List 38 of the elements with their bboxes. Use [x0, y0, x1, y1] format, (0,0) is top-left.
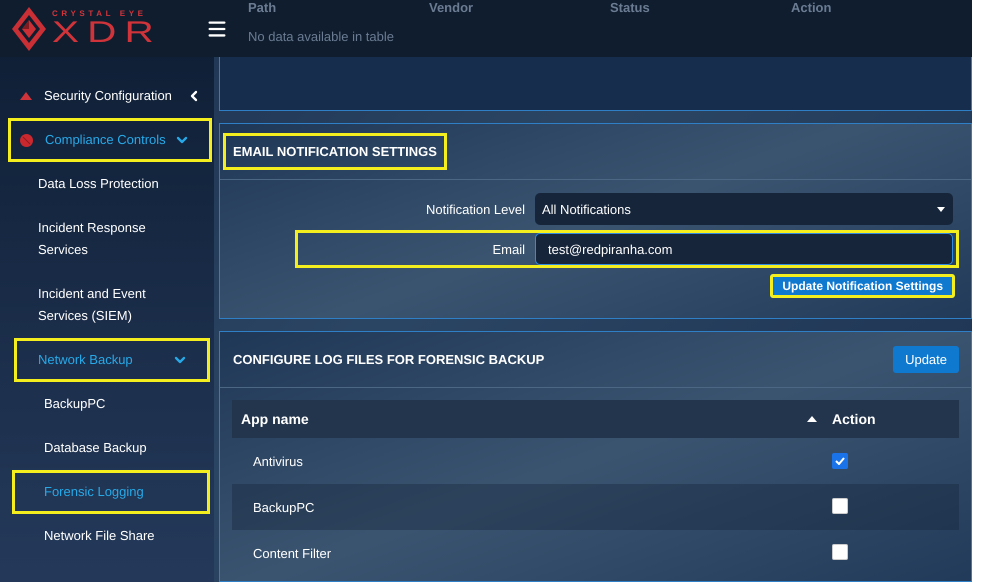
- sidebar-item[interactable]: Incident Response Services: [38, 217, 166, 261]
- update-button[interactable]: Update: [893, 346, 959, 373]
- field-label: Notification Level: [425, 202, 525, 216]
- column-header: Vendor: [429, 0, 474, 15]
- panel-title: EMAIL NOTIFICATION SETTINGS: [223, 133, 447, 170]
- sidebar-item[interactable]: Security Configuration: [44, 85, 172, 107]
- sidebar-item[interactable]: Forensic Logging: [44, 481, 144, 503]
- empty-table-text: No data available in table: [248, 29, 395, 44]
- column-header[interactable]: Action: [817, 400, 959, 438]
- column-header: Action: [791, 0, 832, 15]
- sidebar-item[interactable]: Data Loss Protection: [38, 173, 159, 195]
- table-cell: BackupPC: [232, 484, 817, 530]
- column-header: Path: [248, 0, 278, 15]
- field-label: Email: [491, 242, 525, 256]
- table-cell: Content Filter: [232, 530, 817, 576]
- checkbox[interactable]: [832, 453, 848, 469]
- sort-icon[interactable]: [807, 416, 817, 422]
- update-button[interactable]: Update Notification Settings: [770, 274, 955, 298]
- sidebar-item[interactable]: Incident and Event Services (SIEM): [38, 283, 166, 327]
- panel-title: CONFIGURE LOG FILES FOR FORENSIC BACKUP: [232, 351, 546, 369]
- table-cell: Antivirus: [232, 438, 817, 484]
- sidebar-item[interactable]: Network Backup: [38, 349, 133, 371]
- caret-icon: [937, 206, 945, 212]
- column-header[interactable]: App name: [232, 400, 805, 438]
- sidebar-item[interactable]: Network File Share: [44, 525, 155, 547]
- column-header: Status: [610, 0, 651, 15]
- triangle-icon: [20, 92, 32, 100]
- logo-text: XDR: [52, 18, 163, 48]
- sidebar-item[interactable]: Database Backup: [44, 437, 147, 459]
- check-icon: [835, 457, 845, 465]
- logo-icon: [12, 6, 46, 50]
- select-field[interactable]: All Notifications: [535, 193, 953, 225]
- sidebar-item[interactable]: BackupPC: [44, 393, 106, 415]
- logo-tagline: CRYSTAL EYE: [52, 10, 147, 18]
- sidebar-item[interactable]: Compliance Controls: [45, 129, 166, 151]
- email-input[interactable]: test@redpiranha.com: [535, 233, 953, 265]
- checkbox[interactable]: [832, 544, 848, 560]
- checkbox[interactable]: [832, 498, 848, 514]
